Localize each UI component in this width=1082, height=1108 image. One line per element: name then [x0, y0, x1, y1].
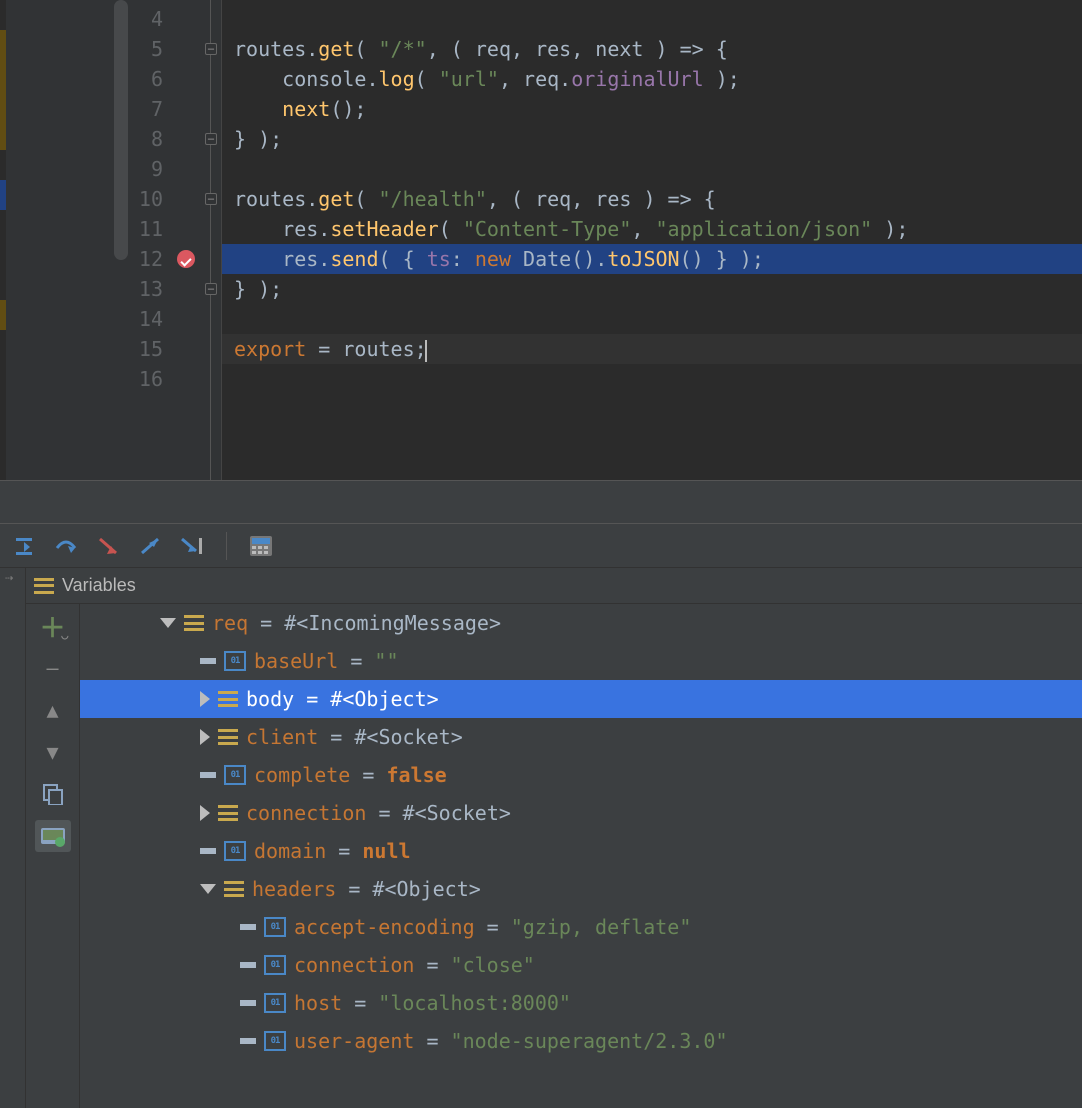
variable-row[interactable]: headers = #<Object>: [80, 870, 1082, 908]
collapse-icon[interactable]: [160, 618, 176, 628]
line-number[interactable]: 6: [6, 64, 221, 94]
view-mode-button[interactable]: [35, 820, 71, 852]
variable-row[interactable]: req = #<IncomingMessage>: [80, 604, 1082, 642]
variables-icon: [34, 578, 54, 594]
expand-icon[interactable]: [200, 691, 210, 707]
variable-text: client = #<Socket>: [246, 725, 463, 749]
debug-panel: Variables ＋◡ — ▲ ▼ req = #<IncomingMessa…: [0, 568, 1082, 1108]
primitive-icon: 01: [264, 1031, 286, 1051]
primitive-icon: 01: [264, 917, 286, 937]
toolbar-separator: [226, 532, 227, 560]
variable-row[interactable]: 01 accept-encoding = "gzip, deflate": [80, 908, 1082, 946]
variable-text: user-agent = "node-superagent/2.3.0": [294, 1029, 728, 1053]
variable-text: complete = false: [254, 763, 447, 787]
variable-text: host = "localhost:8000": [294, 991, 571, 1015]
code-line[interactable]: res.send( { ts: new Date().toJSON() } );: [222, 244, 1082, 274]
line-number[interactable]: 15: [6, 334, 221, 364]
variable-row[interactable]: body = #<Object>: [80, 680, 1082, 718]
variable-row[interactable]: 01 connection = "close": [80, 946, 1082, 984]
variables-title: Variables: [62, 575, 136, 596]
code-line[interactable]: } );: [222, 124, 1082, 154]
variable-row[interactable]: connection = #<Socket>: [80, 794, 1082, 832]
line-number[interactable]: 4: [6, 4, 221, 34]
code-line[interactable]: routes.get( "/*", ( req, res, next ) => …: [222, 34, 1082, 64]
fold-icon[interactable]: [205, 133, 217, 145]
line-number[interactable]: 10: [6, 184, 221, 214]
line-number[interactable]: 12: [6, 244, 221, 274]
editor-gutter[interactable]: 45678910111213141516: [6, 0, 222, 480]
code-area[interactable]: routes.get( "/*", ( req, res, next ) => …: [222, 0, 1082, 480]
primitive-icon: 01: [264, 993, 286, 1013]
move-up-button[interactable]: ▲: [35, 694, 71, 726]
line-number[interactable]: 8: [6, 124, 221, 154]
variable-row[interactable]: client = #<Socket>: [80, 718, 1082, 756]
variables-tab[interactable]: Variables: [26, 568, 1082, 604]
show-execution-point-icon[interactable]: [10, 532, 38, 560]
code-line[interactable]: } );: [222, 274, 1082, 304]
variable-text: connection = "close": [294, 953, 535, 977]
primitive-icon: 01: [224, 765, 246, 785]
debug-side-tools: ＋◡ — ▲ ▼: [26, 604, 80, 1108]
variable-row[interactable]: 01 complete = false: [80, 756, 1082, 794]
code-line[interactable]: console.log( "url", req.originalUrl );: [222, 64, 1082, 94]
variable-row[interactable]: 01 user-agent = "node-superagent/2.3.0": [80, 1022, 1082, 1060]
line-number[interactable]: 7: [6, 94, 221, 124]
variable-text: req = #<IncomingMessage>: [212, 611, 501, 635]
object-icon: [184, 615, 204, 631]
breakpoint-icon[interactable]: [177, 250, 195, 268]
expand-icon[interactable]: [200, 729, 210, 745]
line-number[interactable]: 11: [6, 214, 221, 244]
variable-text: body = #<Object>: [246, 687, 439, 711]
code-line[interactable]: [222, 304, 1082, 334]
code-line[interactable]: export = routes;: [222, 334, 1082, 364]
primitive-icon: 01: [224, 651, 246, 671]
expand-icon[interactable]: [200, 805, 210, 821]
evaluate-expression-icon[interactable]: [247, 532, 275, 560]
variable-text: baseUrl = "": [254, 649, 399, 673]
code-line[interactable]: [222, 4, 1082, 34]
primitive-icon: 01: [224, 841, 246, 861]
variable-text: accept-encoding = "gzip, deflate": [294, 915, 691, 939]
step-into-icon[interactable]: [94, 532, 122, 560]
variable-text: connection = #<Socket>: [246, 801, 511, 825]
object-icon: [218, 805, 238, 821]
line-number[interactable]: 14: [6, 304, 221, 334]
remove-watch-button[interactable]: —: [35, 652, 71, 684]
line-number[interactable]: 13: [6, 274, 221, 304]
primitive-icon: 01: [264, 955, 286, 975]
step-over-icon[interactable]: [52, 532, 80, 560]
line-number[interactable]: 5: [6, 34, 221, 64]
fold-icon[interactable]: [205, 283, 217, 295]
code-line[interactable]: routes.get( "/health", ( req, res ) => {: [222, 184, 1082, 214]
line-number[interactable]: 16: [6, 364, 221, 394]
panel-divider[interactable]: [0, 480, 1082, 524]
code-line[interactable]: next();: [222, 94, 1082, 124]
code-line[interactable]: res.setHeader( "Content-Type", "applicat…: [222, 214, 1082, 244]
code-editor[interactable]: 45678910111213141516 routes.get( "/*", (…: [0, 0, 1082, 480]
variable-row[interactable]: 01 host = "localhost:8000": [80, 984, 1082, 1022]
code-line[interactable]: [222, 154, 1082, 184]
panel-strip[interactable]: [0, 568, 26, 1108]
variable-row[interactable]: 01 domain = null: [80, 832, 1082, 870]
fold-icon[interactable]: [205, 43, 217, 55]
variable-text: domain = null: [254, 839, 411, 863]
step-out-icon[interactable]: [136, 532, 164, 560]
object-icon: [218, 729, 238, 745]
debug-toolbar: [0, 524, 1082, 568]
fold-icon[interactable]: [205, 193, 217, 205]
object-icon: [218, 691, 238, 707]
variable-row[interactable]: 01 baseUrl = "": [80, 642, 1082, 680]
add-watch-button[interactable]: ＋◡: [35, 610, 71, 642]
object-icon: [224, 881, 244, 897]
variable-text: headers = #<Object>: [252, 877, 481, 901]
code-line[interactable]: [222, 364, 1082, 394]
variables-tree[interactable]: req = #<IncomingMessage> 01 baseUrl = "" bo…: [80, 604, 1082, 1108]
copy-button[interactable]: [35, 778, 71, 810]
collapse-icon[interactable]: [200, 884, 216, 894]
run-to-cursor-icon[interactable]: [178, 532, 206, 560]
move-down-button[interactable]: ▼: [35, 736, 71, 768]
line-number[interactable]: 9: [6, 154, 221, 184]
